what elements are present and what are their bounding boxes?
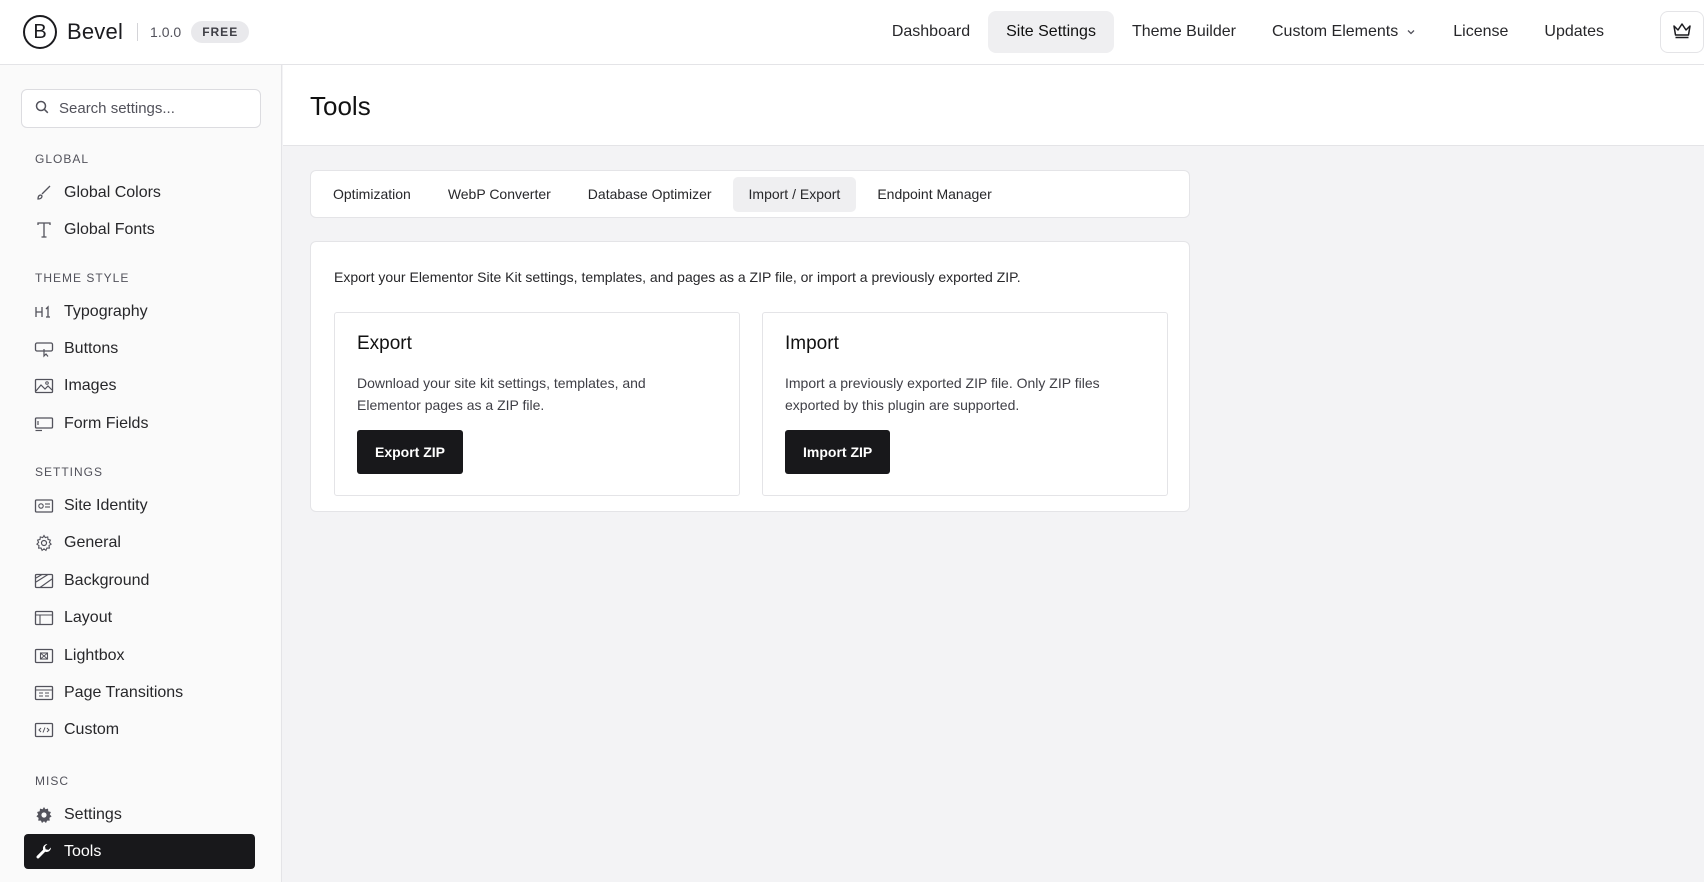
search-input[interactable] <box>59 100 239 117</box>
section-label-theme-style: THEME STYLE <box>35 271 130 285</box>
brush-icon <box>34 183 54 203</box>
import-zip-button[interactable]: Import ZIP <box>785 430 891 474</box>
button-cursor-icon <box>34 339 54 359</box>
sidebar-item-images[interactable]: Images <box>24 368 255 403</box>
plan-badge: FREE <box>191 21 250 43</box>
import-title: Import <box>785 333 839 354</box>
sidebar-item-site-identity[interactable]: Site Identity <box>24 488 255 523</box>
tab-label: Optimization <box>333 186 411 202</box>
import-text: Import a previously exported ZIP file. O… <box>785 375 1100 413</box>
nav-label: Custom Elements <box>1271 23 1399 40</box>
sidebar-item-global-fonts[interactable]: Global Fonts <box>24 212 255 247</box>
sidebar-item-label: Site Identity <box>64 496 148 514</box>
export-zip-button[interactable]: Export ZIP <box>357 430 464 474</box>
export-title: Export <box>357 333 412 354</box>
sidebar-item-label: Buttons <box>64 339 119 357</box>
tab-database-optimizer[interactable]: Database Optimizer <box>572 177 728 212</box>
nav-label: License <box>1453 23 1509 40</box>
brand-name: Bevel <box>67 19 124 44</box>
form-field-icon <box>34 414 54 434</box>
sidebar-item-buttons[interactable]: Buttons <box>24 331 255 366</box>
version-label: 1.0.0 <box>150 24 182 40</box>
gear-icon <box>34 805 54 825</box>
sidebar-item-page-transitions[interactable]: Page Transitions <box>24 675 255 710</box>
sidebar-item-layout[interactable]: Layout <box>24 600 255 635</box>
sidebar-item-settings[interactable]: Settings <box>24 797 255 832</box>
nav-label: Theme Builder <box>1131 23 1236 40</box>
background-icon <box>34 571 54 591</box>
page-title: Tools <box>310 91 371 121</box>
sidebar-item-tools[interactable]: Tools <box>24 834 255 869</box>
sidebar-item-custom[interactable]: Custom <box>24 712 255 747</box>
sidebar-item-label: Typography <box>64 302 148 320</box>
sidebar-item-label: Custom <box>64 720 120 738</box>
tab-webp-converter[interactable]: WebP Converter <box>432 177 567 212</box>
page-header: Tools <box>283 65 1704 146</box>
tab-endpoint-manager[interactable]: Endpoint Manager <box>861 177 1007 212</box>
lightbox-icon <box>34 646 54 666</box>
tab-label: WebP Converter <box>447 186 551 202</box>
sidebar-item-label: Tools <box>64 842 102 860</box>
sidebar-item-typography[interactable]: Typography <box>24 294 255 329</box>
sidebar-item-label: Page Transitions <box>64 683 184 701</box>
import-export-description: Export your Elementor Site Kit settings,… <box>334 269 1021 285</box>
tab-label: Endpoint Manager <box>877 186 992 202</box>
nav-license[interactable]: License <box>1435 11 1526 53</box>
nav-custom-elements[interactable]: Custom Elements <box>1254 11 1435 53</box>
sidebar-item-label: Form Fields <box>64 414 149 432</box>
nav-updates[interactable]: Updates <box>1526 11 1622 53</box>
export-panel: Export Download your site kit settings, … <box>334 312 740 496</box>
sidebar-item-label: Global Colors <box>64 183 161 201</box>
sidebar: GLOBAL Global Colors Global Fonts THEME … <box>0 65 282 882</box>
import-export-card: Export your Elementor Site Kit settings,… <box>310 241 1190 512</box>
code-icon <box>34 720 54 740</box>
tools-tabs: Optimization WebP Converter Database Opt… <box>310 170 1190 218</box>
search-box[interactable] <box>21 89 261 128</box>
tab-label: Import / Export <box>748 186 841 202</box>
brand[interactable]: B Bevel 1.0.0 FREE <box>23 15 250 49</box>
sidebar-item-label: General <box>64 533 121 551</box>
nav-label: Dashboard <box>891 23 971 40</box>
heading-icon <box>34 302 54 322</box>
bevel-logo-icon: B <box>23 15 57 49</box>
section-label-misc: MISC <box>35 774 69 788</box>
sidebar-item-label: Global Fonts <box>64 220 155 238</box>
crown-icon <box>1672 21 1692 43</box>
sidebar-item-label: Lightbox <box>64 646 125 664</box>
divider <box>137 23 139 41</box>
nav-theme-builder[interactable]: Theme Builder <box>1114 11 1254 53</box>
search-icon <box>35 100 49 118</box>
nav-site-settings[interactable]: Site Settings <box>988 11 1114 53</box>
font-icon <box>34 220 54 240</box>
sidebar-item-lightbox[interactable]: Lightbox <box>24 638 255 673</box>
layout-icon <box>34 608 54 628</box>
sidebar-item-label: Images <box>64 376 117 394</box>
nav-label: Site Settings <box>1006 23 1096 40</box>
gear-outline-icon <box>34 533 54 553</box>
section-label-global: GLOBAL <box>35 152 90 166</box>
tab-label: Database Optimizer <box>587 186 712 202</box>
sidebar-item-general[interactable]: General <box>24 525 255 560</box>
main-nav: Dashboard Site Settings Theme Builder Cu… <box>874 11 1622 53</box>
import-panel: Import Import a previously exported ZIP … <box>762 312 1168 496</box>
id-card-icon <box>34 496 54 516</box>
top-bar: B Bevel 1.0.0 FREE Dashboard Site Settin… <box>0 0 1704 65</box>
tab-optimization[interactable]: Optimization <box>317 177 427 212</box>
sidebar-item-background[interactable]: Background <box>24 563 255 598</box>
nav-dashboard[interactable]: Dashboard <box>874 11 988 53</box>
chevron-down-icon <box>1405 26 1417 38</box>
transition-icon <box>34 683 54 703</box>
section-label-settings: SETTINGS <box>35 465 104 479</box>
sidebar-item-global-colors[interactable]: Global Colors <box>24 175 255 210</box>
image-icon <box>34 376 54 396</box>
sidebar-item-form-fields[interactable]: Form Fields <box>24 406 255 441</box>
tab-import-export[interactable]: Import / Export <box>732 176 857 212</box>
nav-label: Updates <box>1544 23 1604 40</box>
upgrade-button[interactable] <box>1660 11 1704 53</box>
wrench-icon <box>34 842 54 862</box>
sidebar-item-label: Layout <box>64 608 113 626</box>
export-text: Download your site kit settings, templat… <box>357 375 646 413</box>
sidebar-item-label: Background <box>64 571 150 589</box>
sidebar-item-label: Settings <box>64 805 122 823</box>
